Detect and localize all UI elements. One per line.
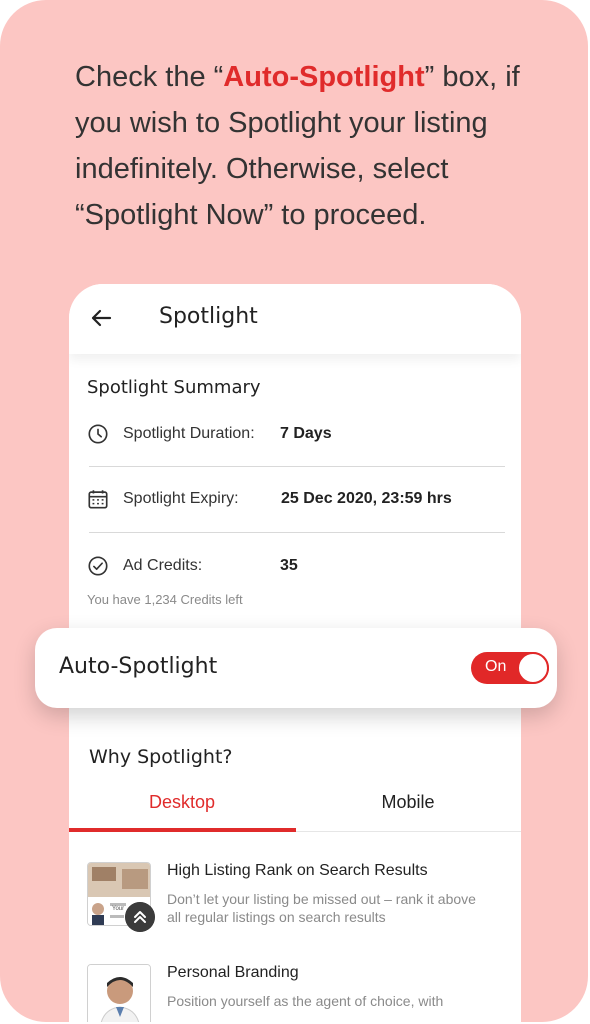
instruction-text: Check the “Auto-Spotlight” box, if you w…: [75, 54, 555, 238]
check-circle-icon: [88, 556, 108, 576]
duration-value: 7 Days: [280, 425, 332, 442]
clock-icon: [88, 424, 108, 444]
duration-row: Spotlight Duration: 7 Days: [87, 419, 507, 449]
feature-title: Personal Branding: [167, 964, 299, 981]
feature-title: High Listing Rank on Search Results: [167, 862, 428, 879]
person-icon: [88, 965, 150, 1022]
expiry-value: 25 Dec 2020, 23:59 hrs: [281, 490, 452, 507]
tab-mobile[interactable]: Mobile: [295, 792, 521, 813]
divider: [89, 532, 505, 533]
divider: [89, 466, 505, 467]
credits-label: Ad Credits:: [123, 557, 203, 574]
why-title: Why Spotlight?: [89, 746, 233, 768]
feature-description: Don’t let your listing be missed out – r…: [167, 891, 476, 925]
arrow-left-icon[interactable]: [89, 306, 113, 330]
summary-title: Spotlight Summary: [87, 377, 261, 398]
thumbnail-caption: Your: [112, 906, 125, 912]
expiry-label: Spotlight Expiry:: [123, 490, 239, 507]
chevron-double-up-icon[interactable]: [125, 902, 155, 932]
credits-note: You have 1,234 Credits left: [87, 592, 243, 607]
calendar-icon: [88, 490, 108, 509]
credits-value: 35: [280, 557, 298, 574]
auto-spotlight-card: Auto-Spotlight On: [35, 628, 557, 708]
feature-description: Position yourself as the agent of choice…: [167, 993, 444, 1009]
app-bar: Spotlight: [69, 284, 521, 354]
toggle-knob: [517, 652, 549, 684]
instruction-prefix: Check the “: [75, 61, 224, 93]
duration-label: Spotlight Duration:: [123, 425, 255, 442]
expiry-row: Spotlight Expiry: 25 Dec 2020, 23:59 hrs: [87, 484, 507, 514]
instruction-highlight: Auto-Spotlight: [223, 61, 425, 93]
agent-avatar: [87, 964, 151, 1022]
active-tab-indicator: [69, 828, 296, 832]
toggle-state-text: On: [485, 658, 507, 675]
background-card: Check the “Auto-Spotlight” box, if you w…: [0, 0, 588, 1022]
auto-spotlight-label: Auto-Spotlight: [59, 654, 218, 679]
auto-spotlight-toggle[interactable]: On: [471, 652, 549, 684]
feature-item: Personal Branding Position yourself as t…: [87, 964, 507, 1022]
tab-desktop[interactable]: Desktop: [69, 792, 295, 813]
page-title: Spotlight: [159, 304, 258, 329]
credits-row: Ad Credits: 35: [87, 551, 507, 581]
